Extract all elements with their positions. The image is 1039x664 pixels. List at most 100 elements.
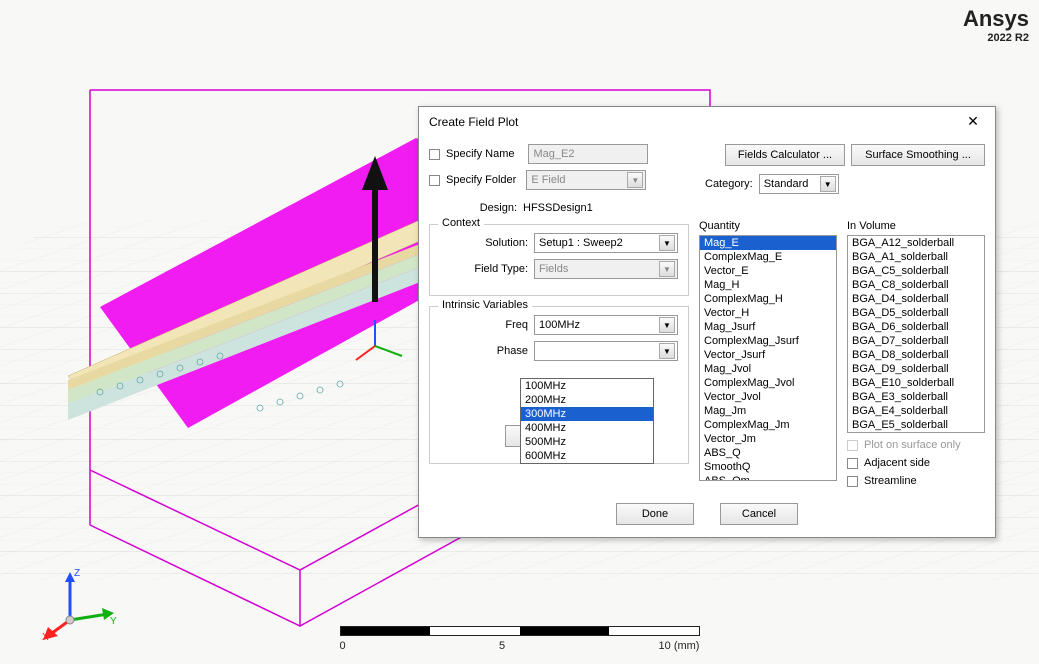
solution-label: Solution: — [440, 237, 528, 249]
quantity-item[interactable]: Vector_Jsurf — [700, 348, 836, 362]
freq-value: 100MHz — [539, 319, 580, 331]
involume-item[interactable]: BGA_A1_solderball — [848, 250, 984, 264]
solution-value: Setup1 : Sweep2 — [539, 237, 623, 249]
category-dropdown[interactable]: Standard ▼ — [759, 174, 839, 194]
phase-label: Phase — [440, 345, 528, 357]
specify-folder-checkbox[interactable] — [429, 175, 440, 186]
scale-bar: 0 5 10 (mm) — [340, 626, 700, 652]
scale-tick-1: 5 — [499, 640, 505, 652]
solution-dropdown[interactable]: Setup1 : Sweep2 ▼ — [534, 233, 678, 253]
freq-option[interactable]: 500MHz — [521, 435, 653, 449]
specify-name-checkbox[interactable] — [429, 149, 440, 160]
involume-item[interactable]: BGA_D5_solderball — [848, 306, 984, 320]
chevron-down-icon: ▼ — [627, 172, 643, 188]
quantity-item[interactable]: Vector_Jm — [700, 432, 836, 446]
design-value: HFSSDesign1 — [523, 202, 593, 214]
create-field-plot-dialog: Create Field Plot ✕ Specify Name Mag_E2 … — [418, 106, 996, 538]
context-legend: Context — [438, 217, 484, 229]
fields-calculator-button[interactable]: Fields Calculator ... — [725, 144, 845, 166]
chevron-down-icon: ▼ — [659, 317, 675, 333]
quantity-item[interactable]: Mag_Jsurf — [700, 320, 836, 334]
quantity-item[interactable]: Mag_Jvol — [700, 362, 836, 376]
quantity-item[interactable]: Vector_Jvol — [700, 390, 836, 404]
quantity-item[interactable]: ComplexMag_Jsurf — [700, 334, 836, 348]
quantity-item[interactable]: Vector_H — [700, 306, 836, 320]
involume-item[interactable]: BGA_C5_solderball — [848, 264, 984, 278]
close-button[interactable]: ✕ — [959, 113, 987, 130]
quantity-label: Quantity — [699, 220, 837, 232]
axis-z-label: Z — [74, 568, 80, 579]
category-label: Category: — [705, 178, 753, 190]
involume-label: In Volume — [847, 220, 985, 232]
folder-value: E Field — [531, 174, 565, 186]
axis-x-label: X — [42, 632, 49, 643]
streamline-checkbox[interactable] — [847, 476, 858, 487]
design-label: Design: — [429, 202, 517, 214]
category-value: Standard — [764, 178, 809, 190]
name-input[interactable]: Mag_E2 — [528, 144, 648, 164]
involume-item[interactable]: BGA_A12_solderball — [848, 236, 984, 250]
involume-item[interactable]: BGA_C8_solderball — [848, 278, 984, 292]
involume-listbox[interactable]: BGA_A12_solderballBGA_A1_solderballBGA_C… — [847, 235, 985, 433]
freq-option[interactable]: 400MHz — [521, 421, 653, 435]
folder-dropdown[interactable]: E Field ▼ — [526, 170, 646, 190]
involume-item[interactable]: BGA_D7_solderball — [848, 334, 984, 348]
involume-item[interactable]: BGA_E5_solderball — [848, 418, 984, 432]
quantity-item[interactable]: SmoothQ — [700, 460, 836, 474]
axis-triad[interactable]: Z Y X — [40, 564, 120, 644]
plot-surface-label: Plot on surface only — [864, 439, 961, 451]
specify-name-label: Specify Name — [446, 148, 514, 160]
dialog-title: Create Field Plot — [429, 115, 518, 129]
surface-smoothing-button[interactable]: Surface Smoothing ... — [851, 144, 985, 166]
freq-option[interactable]: 300MHz — [521, 407, 653, 421]
involume-item[interactable]: BGA_E4_solderball — [848, 404, 984, 418]
quantity-item[interactable]: ABS_Qm — [700, 474, 836, 481]
done-button[interactable]: Done — [616, 503, 694, 525]
freq-option[interactable]: 100MHz — [521, 379, 653, 393]
quantity-item[interactable]: ABS_Q — [700, 446, 836, 460]
chevron-down-icon: ▼ — [820, 176, 836, 192]
freq-option[interactable]: 200MHz — [521, 393, 653, 407]
freq-dropdown[interactable]: 100MHz ▼ — [534, 315, 678, 335]
quantity-item[interactable]: Mag_H — [700, 278, 836, 292]
quantity-item[interactable]: ComplexMag_E — [700, 250, 836, 264]
involume-item[interactable]: BGA_D8_solderball — [848, 348, 984, 362]
brand-version: 2022 R2 — [963, 32, 1029, 44]
quantity-item[interactable]: Mag_Jm — [700, 404, 836, 418]
fieldtype-value: Fields — [539, 263, 568, 275]
specify-folder-label: Specify Folder — [446, 174, 516, 186]
brand-logo: Ansys 2022 R2 — [963, 6, 1029, 44]
involume-item[interactable]: BGA_E3_solderball — [848, 390, 984, 404]
involume-item[interactable]: BGA_D4_solderball — [848, 292, 984, 306]
scale-tick-0: 0 — [340, 640, 346, 652]
chevron-down-icon: ▼ — [659, 235, 675, 251]
quantity-item[interactable]: Vector_E — [700, 264, 836, 278]
context-group: Context Solution: Setup1 : Sweep2 ▼ Fiel… — [429, 224, 689, 296]
involume-item[interactable]: BGA_E10_solderball — [848, 376, 984, 390]
adjacent-side-label: Adjacent side — [864, 457, 930, 469]
freq-dropdown-list[interactable]: 100MHz200MHz300MHz400MHz500MHz600MHz — [520, 378, 654, 464]
fieldtype-dropdown[interactable]: Fields ▼ — [534, 259, 678, 279]
fieldtype-label: Field Type: — [440, 263, 528, 275]
freq-label: Freq — [440, 319, 528, 331]
plot-surface-checkbox — [847, 440, 858, 451]
quantity-item[interactable]: ComplexMag_H — [700, 292, 836, 306]
quantity-item[interactable]: ComplexMag_Jm — [700, 418, 836, 432]
intrinsic-legend: Intrinsic Variables — [438, 299, 532, 311]
quantity-listbox[interactable]: Mag_EComplexMag_EVector_EMag_HComplexMag… — [699, 235, 837, 481]
phase-dropdown[interactable]: ▼ — [534, 341, 678, 361]
axis-y-label: Y — [110, 616, 117, 627]
involume-item[interactable]: BGA_E7_solderball — [848, 432, 984, 433]
chevron-down-icon: ▼ — [659, 261, 675, 277]
scale-tick-2: 10 (mm) — [659, 640, 700, 652]
quantity-item[interactable]: ComplexMag_Jvol — [700, 376, 836, 390]
brand-name: Ansys — [963, 6, 1029, 32]
streamline-label: Streamline — [864, 475, 917, 487]
involume-item[interactable]: BGA_D9_solderball — [848, 362, 984, 376]
quantity-item[interactable]: Mag_E — [700, 236, 836, 250]
involume-item[interactable]: BGA_D6_solderball — [848, 320, 984, 334]
freq-option[interactable]: 600MHz — [521, 449, 653, 463]
chevron-down-icon: ▼ — [659, 343, 675, 359]
adjacent-side-checkbox[interactable] — [847, 458, 858, 469]
cancel-button[interactable]: Cancel — [720, 503, 798, 525]
